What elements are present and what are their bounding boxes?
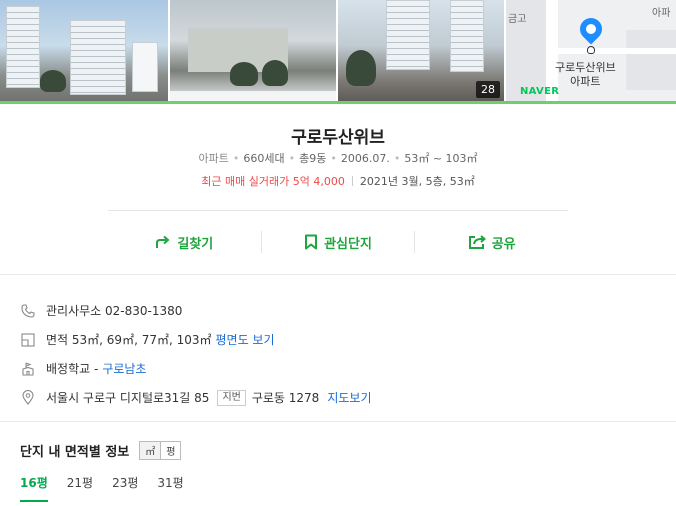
favorite-label: 관심단지	[324, 236, 372, 252]
building-shape	[450, 0, 484, 72]
school-row: 배정학교 - 구로남초	[20, 354, 660, 383]
map-corner-label: 아파	[652, 8, 671, 19]
map-view-link[interactable]: 지도보기	[327, 389, 371, 406]
address-row: 서울시 구로구 디지털로31길 85 지번 구로동 1278 지도보기	[20, 383, 660, 412]
map-road	[558, 48, 676, 54]
building-shape	[132, 42, 158, 92]
favorite-button[interactable]: 관심단지	[262, 230, 415, 254]
divider	[108, 210, 568, 211]
complex-built-date: 2006.07.	[340, 152, 390, 165]
complex-details: 관리사무소 02-830-1380 면적 53㎡, 69㎡, 77㎡, 103㎡…	[20, 296, 660, 412]
area-tab-23[interactable]: 23평	[112, 474, 138, 502]
tree-shape	[346, 50, 376, 86]
building-shape	[6, 6, 40, 88]
area-tab-16[interactable]: 16평	[20, 474, 48, 502]
location-icon	[20, 390, 36, 406]
lot-address: 구로동 1278	[251, 391, 320, 405]
recent-deal-price: 최근 매매 실거래가 5억 4,000	[201, 175, 345, 188]
location-pin-icon	[575, 13, 607, 45]
area-tab-31[interactable]: 31평	[157, 474, 183, 502]
tree-shape	[230, 62, 258, 86]
road-address: 서울시 구로구 디지털로31길 85	[46, 391, 210, 405]
area-tab-21[interactable]: 21평	[67, 474, 93, 502]
building-shape	[70, 20, 126, 95]
office-phone: 관리사무소 02-830-1380	[46, 304, 183, 318]
map-label-line2: 아파트	[570, 75, 601, 88]
school-flag-icon	[20, 361, 36, 377]
complex-name: 구로두산위브	[291, 128, 385, 148]
school-link[interactable]: 구로남초	[102, 360, 146, 377]
map-label-line1: 구로두산위브	[555, 61, 616, 74]
photo-1[interactable]	[0, 0, 168, 101]
complex-buildings: 총9동	[299, 152, 327, 165]
building-shape	[386, 0, 430, 70]
unit-pyeong-button[interactable]: 평	[161, 442, 181, 459]
office-row: 관리사무소 02-830-1380	[20, 296, 660, 325]
section-divider	[0, 274, 676, 275]
recent-deal: 최근 매매 실거래가 5억 4,000 2021년 3월, 5층, 53㎡	[0, 173, 676, 189]
map-place-label: 구로두산위브 아파트	[555, 61, 616, 89]
area-list: 면적 53㎡, 69㎡, 77㎡, 103㎡	[46, 333, 212, 347]
share-icon	[468, 235, 486, 249]
map-block	[626, 30, 676, 90]
area-info-header: 단지 내 면적별 정보 ㎡ 평	[20, 441, 182, 460]
unit-m2-button[interactable]: ㎡	[140, 442, 162, 459]
complex-area-range: 53㎡ ~ 103㎡	[404, 152, 478, 165]
map-thumbnail[interactable]: 금고 아파 구로두산위브 아파트 NAVER	[506, 0, 676, 101]
snow-shape	[170, 91, 336, 101]
unit-toggle: ㎡ 평	[139, 441, 182, 460]
share-button[interactable]: 공유	[415, 230, 568, 254]
area-row: 면적 53㎡, 69㎡, 77㎡, 103㎡ 평면도 보기	[20, 325, 660, 354]
directions-button[interactable]: 길찾기	[108, 230, 261, 254]
phone-icon	[20, 303, 36, 319]
naver-logo: NAVER	[520, 86, 560, 97]
accent-divider	[0, 101, 676, 104]
photo-3[interactable]: 28	[338, 0, 504, 101]
complex-meta: 아파트 • 660세대 • 총9동 • 2006.07. • 53㎡ ~ 103㎡	[198, 152, 478, 165]
deal-separator	[351, 176, 353, 186]
share-label: 공유	[491, 236, 516, 252]
school-label: 배정학교 -	[46, 362, 99, 376]
floorplan-link[interactable]: 평면도 보기	[216, 331, 275, 348]
tree-shape	[262, 60, 288, 86]
area-info-title: 단지 내 면적별 정보	[20, 445, 130, 460]
lot-tag: 지번	[217, 389, 246, 406]
section-divider	[0, 421, 676, 422]
directions-arrow-icon	[156, 235, 170, 248]
photo-count-badge: 28	[476, 81, 500, 98]
photo-strip[interactable]: 28 금고 아파 구로두산위브 아파트 NAVER	[0, 0, 676, 101]
recent-deal-detail: 2021년 3월, 5층, 53㎡	[359, 175, 475, 188]
apartment-marker-icon	[587, 46, 595, 54]
complex-households: 660세대	[243, 152, 285, 165]
area-tabs: 16평 21평 23평 31평	[20, 474, 203, 502]
bookmark-icon	[305, 234, 318, 250]
action-bar: 길찾기 관심단지 공유	[108, 230, 568, 254]
floorplan-icon	[20, 332, 36, 348]
directions-label: 길찾기	[177, 236, 214, 252]
photo-2[interactable]	[170, 0, 336, 101]
complex-type: 아파트	[198, 152, 229, 165]
tree-shape	[40, 70, 66, 92]
map-road-label: 금고	[508, 14, 527, 25]
